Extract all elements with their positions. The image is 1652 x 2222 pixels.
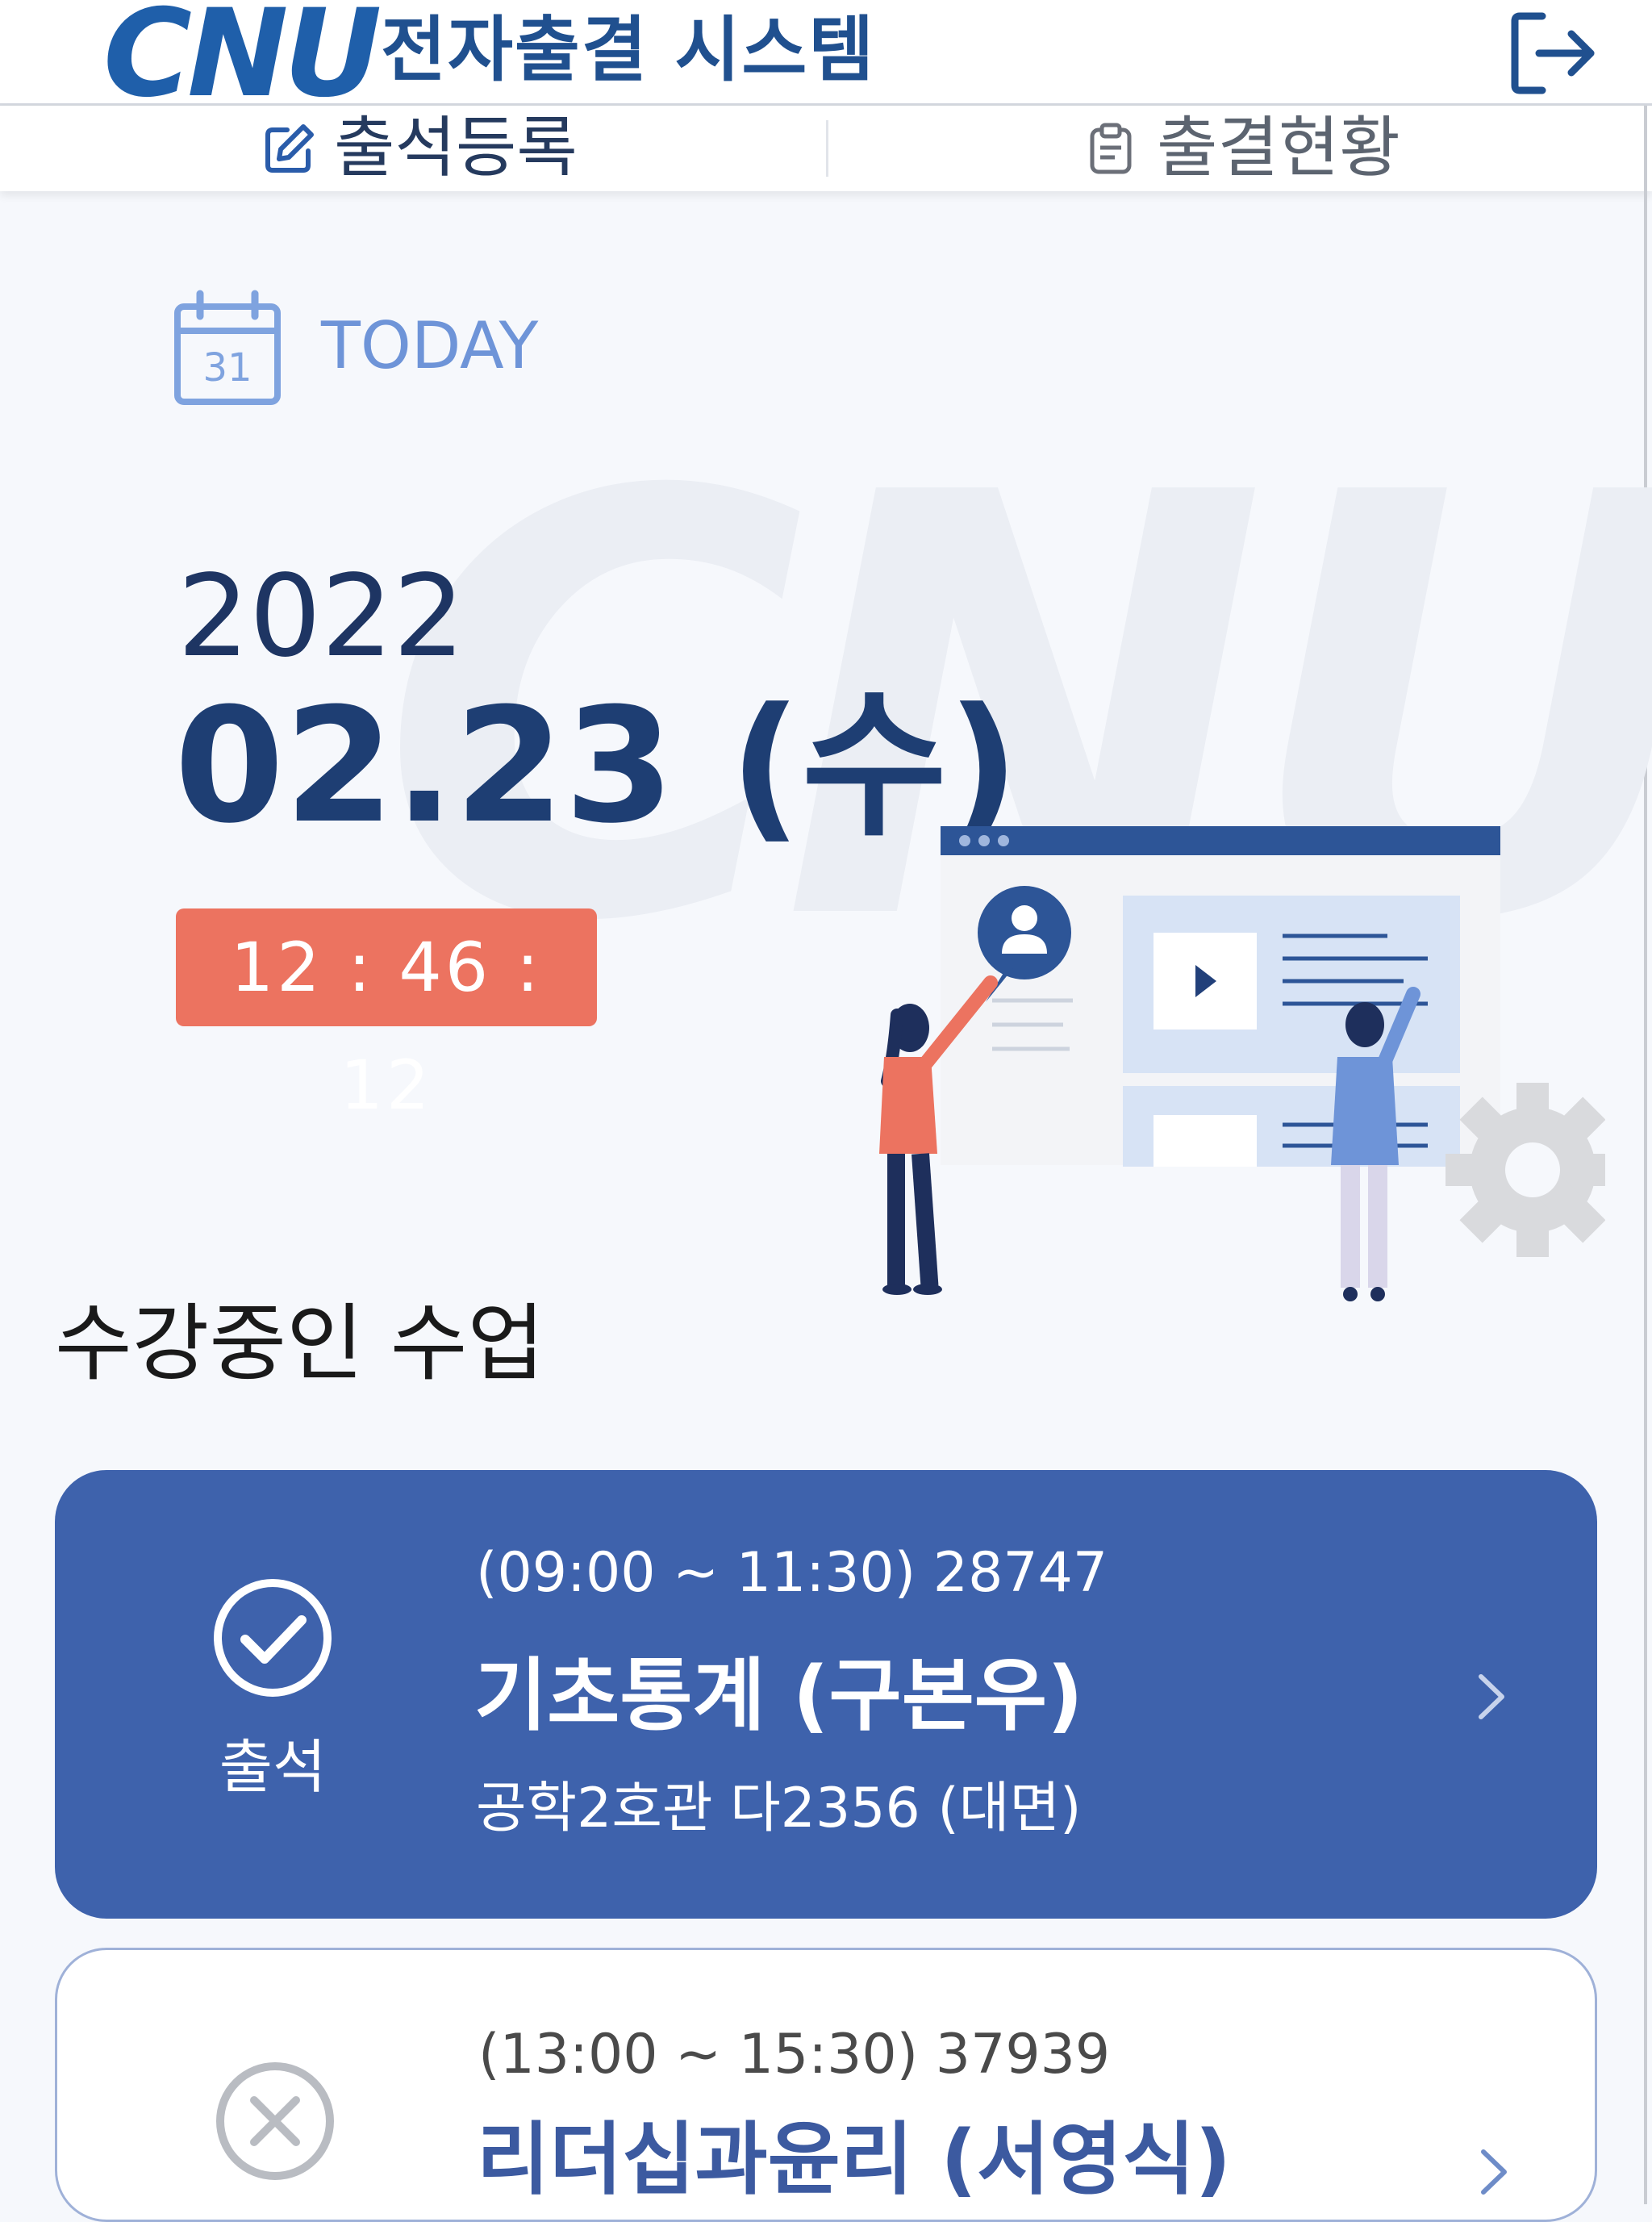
tab-attendance-status[interactable]: 출결현황 <box>1086 106 1400 191</box>
tab-divider <box>826 120 828 177</box>
chevron-right-icon <box>1481 2149 1507 2195</box>
x-circle-icon <box>216 2062 334 2180</box>
cnu-logo[interactable]: CNU <box>103 0 382 115</box>
today-label: TODAY <box>321 308 539 383</box>
calendar-icon: 31 <box>174 290 281 405</box>
section-title: 수강중인 수업 <box>55 1294 545 1393</box>
course-title: 기초통계 (구본우) <box>474 1650 1083 1742</box>
tab-label: 출석등록 <box>334 110 578 186</box>
course-title: 리더십과윤리 (서영식) <box>477 2114 1232 2206</box>
current-year: 2022 <box>177 551 465 683</box>
app-header: CNU 전자출결 시스템 <box>0 0 1652 115</box>
chevron-right-icon <box>1479 1674 1504 1719</box>
logout-icon <box>1511 12 1595 94</box>
edit-icon <box>265 124 314 173</box>
clipboard-icon <box>1090 123 1132 174</box>
current-time: 12 : 46 : 12 <box>176 908 597 1125</box>
tab-attendance-register[interactable]: 출석등록 <box>263 106 578 191</box>
calendar-day: 31 <box>202 345 252 391</box>
illustration <box>879 826 1605 1301</box>
tab-bar: 출석등록 출결현황 <box>0 106 1652 191</box>
attendance-status: 출석 <box>219 1733 327 1801</box>
course-room: 공학2호관 다2356 (대면) <box>476 1777 1082 1840</box>
app-title: 전자출결 시스템 <box>381 8 876 91</box>
course-card[interactable]: 출석 (09:00 ~ 11:30) 28747 기초통계 (구본우) 공학2호… <box>55 1470 1597 1919</box>
check-circle-icon <box>214 1579 332 1697</box>
course-time-code: (09:00 ~ 11:30) 28747 <box>476 1541 1108 1605</box>
course-time-code: (13:00 ~ 15:30) 37939 <box>478 2023 1111 2086</box>
tab-label: 출결현황 <box>1157 110 1400 186</box>
logout-button[interactable] <box>1507 8 1604 98</box>
course-card[interactable]: (13:00 ~ 15:30) 37939 리더십과윤리 (서영식) <box>55 1948 1597 2222</box>
